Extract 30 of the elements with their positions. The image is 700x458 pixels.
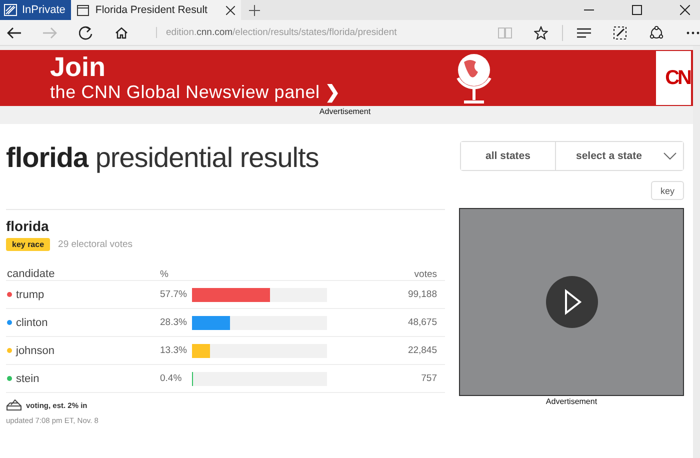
key-race-badge: key race [6,238,50,251]
vote-percent: 57.7% [160,289,188,300]
cnn-logo: CN [656,51,691,105]
address-field[interactable]: edition.cnn.com/election/results/states/florida/president [156,27,476,38]
ad-caption: Advertisement [319,107,371,116]
electoral-votes: 29 electoral votes [58,239,132,250]
key-button[interactable]: key [651,181,684,200]
browser-tab[interactable]: Florida President Result [71,0,242,20]
candidate-name: johnson [16,344,55,356]
inprivate-label: InPrivate [0,0,72,20]
vote-count: 22,845 [408,345,438,356]
column-header: candidate [7,268,56,280]
candidate-name: stein [16,372,40,384]
vote-count: 99,188 [408,289,438,300]
vote-count: 757 [421,373,438,384]
state-heading: florida [6,218,50,234]
column-header: % [160,268,168,280]
column-header: votes [414,268,438,280]
ad-banner[interactable]: Join the CNN Global Newsview panel ❯ CN [0,50,693,106]
vote-count: 48,675 [408,317,438,328]
candidate-name: clinton [16,316,48,328]
vote-percent: 0.4% [160,373,183,384]
page-title: florida presidential results [6,142,319,175]
candidate-name: trump [16,288,44,300]
vote-percent: 13.3% [160,345,188,356]
state-dropdown[interactable]: select a state [555,142,683,170]
banner-link[interactable]: the CNN Global Newsview panel ❯ [50,81,340,103]
vote-percent: 28.3% [160,317,188,328]
ad-caption: Advertisement [546,397,598,406]
banner-headline: Join [50,53,107,81]
